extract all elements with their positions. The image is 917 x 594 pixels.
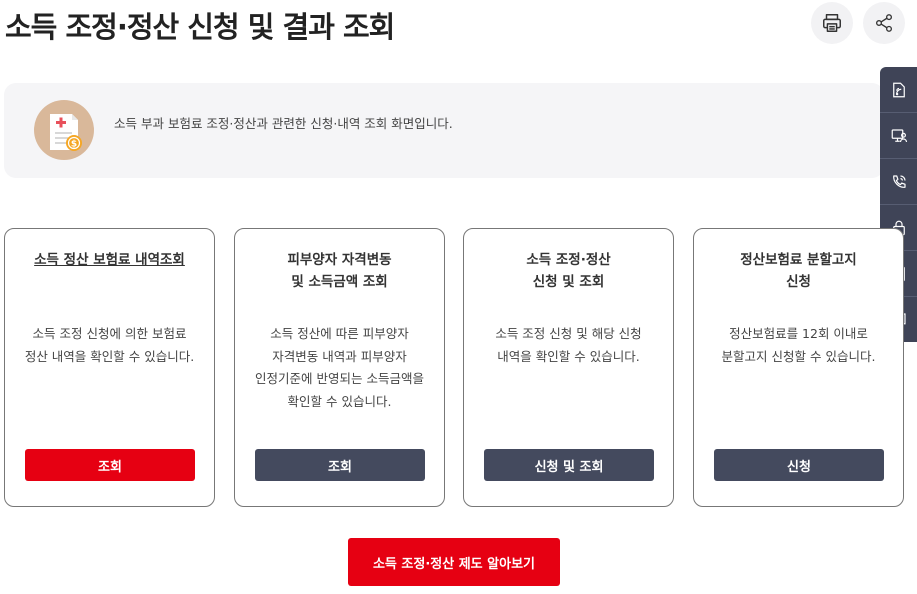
page-title: 소득 조정·정산 신청 및 결과 조회 — [5, 10, 395, 44]
share-button[interactable] — [863, 2, 905, 44]
card-dependent-status: 피부양자 자격변동 및 소득금액 조회 소득 정산에 따른 피부양자 자격변동 … — [234, 228, 445, 507]
side-menu-item-phone-call[interactable] — [880, 159, 917, 205]
svg-text:$: $ — [71, 140, 77, 150]
monitor-person-icon — [891, 128, 907, 142]
card-description: 소득 정산에 따른 피부양자 자격변동 내역과 피부양자 인정기준에 반영되는 … — [255, 326, 424, 409]
phone-call-icon — [892, 174, 906, 188]
document-signal-icon — [892, 82, 905, 97]
side-menu-item-monitor-person[interactable] — [880, 113, 917, 159]
intro-text: 소득 부과 보험료 조정·정산과 관련한 신청·내역 조회 화면입니다. — [114, 116, 453, 131]
intro-box: $ 소득 부과 보험료 조정·정산과 관련한 신청·내역 조회 화면입니다. — [4, 83, 884, 178]
print-button[interactable] — [811, 2, 853, 44]
card-description: 소득 조정 신청 및 해당 신청 내역을 확인할 수 있습니다. — [495, 326, 642, 364]
card-income-adjustment-application: 소득 조정·정산 신청 및 조회 소득 조정 신청 및 해당 신청 내역을 확인… — [463, 228, 674, 507]
card-title: 소득 조정·정산 신청 및 조회 — [526, 252, 611, 290]
document-coin-icon: $ — [34, 100, 94, 160]
share-icon — [876, 14, 892, 32]
card-description: 소득 조정 신청에 의한 보험료 정산 내역을 확인할 수 있습니다. — [24, 326, 195, 364]
card-title: 피부양자 자격변동 및 소득금액 조회 — [287, 252, 392, 290]
card-income-settlement-premium: 소득 정산 보험료 내역조회 소득 조정 신청에 의한 보험료 정산 내역을 확… — [4, 228, 215, 507]
apply-button[interactable]: 신청 — [714, 449, 884, 481]
card-description: 정산보험료를 12회 이내로 분할고지 신청할 수 있습니다. — [721, 326, 876, 364]
inquiry-button[interactable]: 조회 — [255, 449, 425, 481]
inquiry-button[interactable]: 조회 — [25, 449, 195, 481]
page: 소득 조정·정산 신청 및 결과 조회 $ 소득 부과 보험료 조정·정산과 관… — [0, 0, 917, 594]
card-title-link[interactable]: 소득 정산 보험료 내역조회 — [5, 249, 214, 271]
side-menu-item-document-signal[interactable] — [880, 67, 917, 113]
learn-about-system-button[interactable]: 소득 조정·정산 제도 알아보기 — [348, 538, 560, 586]
printer-icon — [823, 14, 841, 32]
card-installment-notice: 정산보험료 분할고지 신청 정산보험료를 12회 이내로 분할고지 신청할 수 … — [693, 228, 904, 507]
card-title: 정산보험료 분할고지 신청 — [740, 252, 857, 290]
apply-and-inquiry-button[interactable]: 신청 및 조회 — [484, 449, 654, 481]
